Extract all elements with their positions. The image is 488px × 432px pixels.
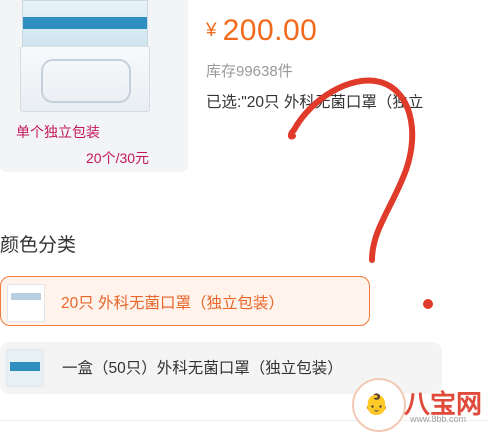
thumb-price: 20个/30元	[86, 150, 150, 166]
option-label: 一盒（50只）外科无菌口罩（独立包装）	[62, 360, 343, 377]
option-label: 20只 外科无菌口罩（独立包装）	[61, 295, 285, 312]
product-thumbnail[interactable]: 单个独立包装 20个/30元	[0, 0, 188, 172]
option-thumbnail	[6, 349, 44, 387]
mask-box-image	[22, 0, 148, 48]
baby-face-icon: 👶	[364, 394, 389, 416]
option-thumbnail	[7, 284, 45, 322]
price-value: 200.00	[222, 14, 318, 47]
color-option-20pcs[interactable]: 20只 外科无菌口罩（独立包装）	[0, 276, 370, 326]
mask-bag-image	[20, 46, 150, 112]
section-title: 颜色分类	[0, 235, 77, 256]
price: ¥200.00	[206, 14, 317, 48]
currency-symbol: ¥	[206, 20, 217, 41]
watermark-url: www.8bb.com	[410, 414, 467, 424]
thumb-caption: 单个独立包装	[16, 124, 100, 140]
